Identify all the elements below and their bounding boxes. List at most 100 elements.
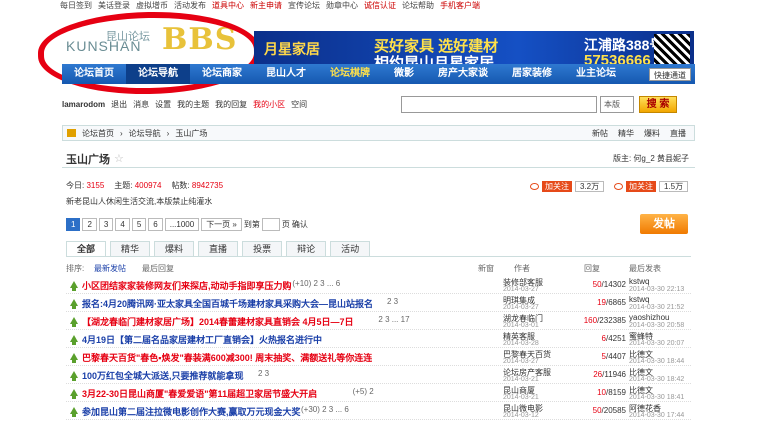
user-link[interactable]: 空间 — [291, 99, 307, 110]
page-link[interactable]: 2 — [82, 218, 97, 231]
top-link[interactable]: 每日签到 — [60, 0, 92, 12]
thread-pages[interactable]: (+10) 2 3 ... 6 — [292, 279, 340, 288]
breadcrumb-item[interactable]: 论坛导航 — [129, 128, 161, 139]
last-post-date[interactable]: 2014-03-30 18:44 — [629, 358, 684, 365]
tab[interactable]: 辩论 — [286, 241, 327, 256]
nav-item[interactable]: 业主论坛 — [564, 64, 628, 84]
user-link[interactable]: 退出 — [111, 99, 127, 110]
thread-pages[interactable]: 2 3 ... 17 — [378, 315, 409, 324]
today-value: 3155 — [86, 181, 105, 190]
top-link[interactable]: 道具中心 — [212, 0, 244, 12]
next-page-button[interactable]: 下一页 » — [201, 218, 242, 231]
breadcrumb-item[interactable]: 玉山广场 — [175, 128, 207, 139]
tab[interactable]: 爆料 — [154, 241, 195, 256]
last-poster[interactable]: yaoshizhou — [629, 313, 669, 322]
forum-stats: 今日: 3155 主题: 400974 帖数: 8942735 — [66, 180, 223, 191]
new-post-button[interactable]: 发帖 — [640, 214, 688, 234]
nav-item[interactable]: 房产大家谈 — [426, 64, 500, 84]
last-post-date[interactable]: 2014-03-30 18:42 — [629, 376, 684, 383]
thread-title[interactable]: 参加昆山第二届注拉微电影创作大赛,赢取万元现金大奖 — [82, 405, 301, 418]
thread-date: 2014-03-21 — [503, 376, 539, 383]
top-link[interactable]: 活动发布 — [174, 0, 206, 12]
nav-item[interactable]: 微影 — [382, 64, 426, 84]
nav-item[interactable]: 论坛导航 — [126, 64, 190, 84]
page-link[interactable]: 1 — [66, 218, 81, 231]
top-link[interactable]: 勋章中心 — [326, 0, 358, 12]
user-link[interactable]: 我的回复 — [215, 99, 247, 110]
thread-title[interactable]: 巴黎春天百货"春色▪焕发"春装满600减300! 周末抽奖、满额送礼等你连连 — [82, 351, 372, 364]
thread-title[interactable]: 报名:4月20腾讯网·亚太家具全国百城千场建材家具采购大会—昆山站报名 — [82, 297, 373, 310]
search-scope-select[interactable]: 本版 — [600, 96, 634, 113]
breadcrumb-item[interactable]: 论坛首页 — [82, 128, 114, 139]
nav-item[interactable]: 论坛首页 — [62, 64, 126, 84]
quick-filter-link[interactable]: 爆料 — [644, 128, 660, 139]
thread-title[interactable]: 100万红包全城大派送,只要推荐就能拿现 — [82, 369, 244, 382]
username[interactable]: lamarodom — [62, 100, 105, 109]
last-post-date[interactable]: 2014-03-30 20:07 — [629, 340, 684, 347]
page-link[interactable]: 3 — [98, 218, 114, 231]
thread-icon — [70, 299, 78, 309]
page-link[interactable]: ...1000 — [164, 218, 200, 231]
sort-reply[interactable]: 最后回复 — [142, 263, 174, 274]
breadcrumb-right-links: 新帖 精华 爆料 直播 — [592, 128, 694, 139]
main-nav: 论坛首页 论坛导航 论坛商家 昆山人才 论坛棋牌 微影 房产大家谈 居家装修 业主论坛 快捷通道 — [62, 64, 695, 84]
moderators: 版主: 何g_2 黄县妮子 — [613, 153, 695, 164]
user-link[interactable]: 消息 — [133, 99, 149, 110]
user-link[interactable]: 我的小区 — [253, 99, 285, 110]
new-window-toggle[interactable]: 新窗 — [478, 263, 494, 274]
last-poster[interactable]: kstwq — [629, 277, 649, 286]
last-post-date[interactable]: 2014-03-30 17:44 — [629, 412, 684, 419]
page-link[interactable]: 4 — [115, 218, 130, 231]
top-link[interactable]: 论坛帮助 — [402, 0, 434, 12]
search-input[interactable] — [401, 96, 597, 113]
top-link[interactable]: 手机客户端 — [440, 0, 480, 12]
nav-item[interactable]: 居家装修 — [500, 64, 564, 84]
star-icon[interactable]: ☆ — [114, 152, 124, 165]
follow-button-2[interactable]: 加关注 — [626, 180, 656, 192]
thread-pages[interactable]: 2 3 — [387, 297, 398, 306]
search-button[interactable]: 搜 索 — [639, 96, 677, 113]
quick-filter-link[interactable]: 精华 — [618, 128, 634, 139]
thread-icon — [70, 353, 78, 363]
top-link[interactable]: 新主申请 — [250, 0, 282, 12]
last-post-date[interactable]: 2014-03-30 20:58 — [629, 322, 684, 329]
page-number-input[interactable] — [261, 218, 280, 231]
nav-item[interactable]: 论坛商家 — [190, 64, 254, 84]
quick-filter-link[interactable]: 直播 — [670, 128, 686, 139]
top-link[interactable]: 虚拟增币 — [136, 0, 168, 12]
nav-item[interactable]: 论坛棋牌 — [318, 64, 382, 84]
page-link[interactable]: 6 — [148, 218, 163, 231]
thread-title[interactable]: 【湖龙春临门建材家居广场】2014春蕾建材家具直销会 4月5日—7日 — [82, 315, 354, 328]
sort-latest[interactable]: 最新发帖 — [94, 263, 126, 274]
top-link[interactable]: 宣传论坛 — [288, 0, 320, 12]
follow-button-1[interactable]: 加关注 — [542, 180, 572, 192]
confirm-link[interactable]: 确认 — [292, 219, 308, 230]
thread-title[interactable]: 小区团结家家装修网友们来探店,动动手指即享压力购 — [82, 279, 292, 292]
thread-title[interactable]: 3月22-30日昆山商厦"春爱爱语"第11届超卫家居节盛大开启 — [82, 387, 317, 400]
thread-pages[interactable]: 2 3 — [258, 369, 269, 378]
page-link[interactable]: 5 — [131, 218, 147, 231]
thread-pages[interactable]: (+5) 2 — [353, 387, 374, 396]
thread-replies: 50/20585 — [571, 406, 626, 415]
thread-title[interactable]: 4月19日【第二届名品家居建材工厂直销会】火热报名进行中 — [82, 333, 322, 346]
last-post-date[interactable]: 2014-03-30 18:41 — [629, 394, 684, 401]
top-link[interactable]: 美话登录 — [98, 0, 130, 12]
tab[interactable]: 全部 — [66, 241, 107, 256]
tab[interactable]: 活动 — [330, 241, 371, 256]
mods-names[interactable]: 何g_2 黄县妮子 — [633, 154, 689, 163]
user-link[interactable]: 我的主题 — [177, 99, 209, 110]
tab[interactable]: 直播 — [198, 241, 239, 256]
fast-channel-button[interactable]: 快捷通道 — [649, 67, 691, 81]
reply-count: 50 — [592, 406, 602, 415]
top-link[interactable]: 诚信认证 — [364, 0, 396, 12]
thread-pages[interactable]: (+30) 2 3 ... 6 — [301, 405, 349, 414]
tab[interactable]: 投票 — [242, 241, 283, 256]
last-post-date[interactable]: 2014-03-30 22:13 — [629, 286, 684, 293]
nav-item[interactable]: 昆山人才 — [254, 64, 318, 84]
home-icon[interactable] — [67, 129, 76, 137]
tab[interactable]: 精华 — [110, 241, 151, 256]
last-post-date[interactable]: 2014-03-30 21:52 — [629, 304, 684, 311]
quick-filter-link[interactable]: 新帖 — [592, 128, 608, 139]
last-poster[interactable]: kstwq — [629, 295, 649, 304]
user-link[interactable]: 设置 — [155, 99, 171, 110]
